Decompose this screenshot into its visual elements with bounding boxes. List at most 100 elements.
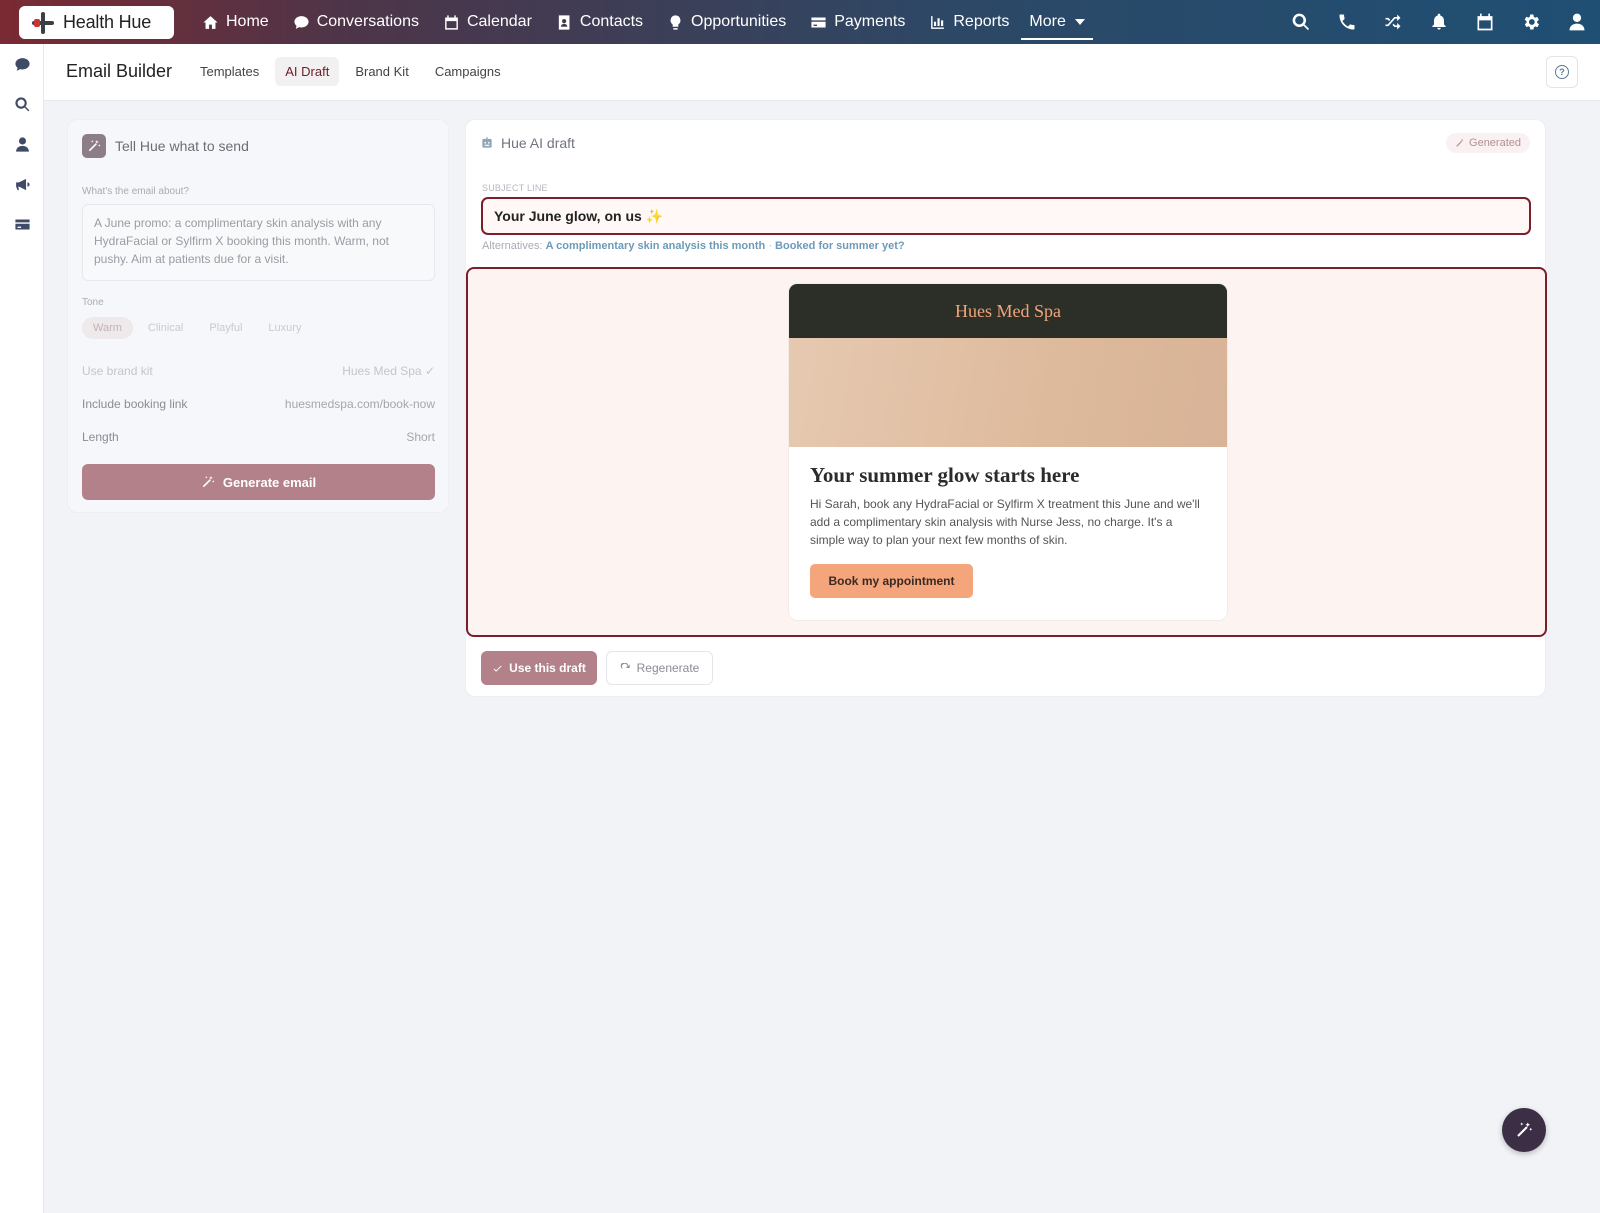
left-rail <box>0 44 44 1213</box>
settings-button[interactable] <box>1508 0 1554 44</box>
user-icon <box>15 136 29 152</box>
tab-brand-kit[interactable]: Brand Kit <box>345 57 418 86</box>
length-label: Length <box>82 430 119 444</box>
nav-conversations[interactable]: Conversations <box>281 0 431 44</box>
length-value: Short <box>406 430 435 444</box>
help-button[interactable]: ? <box>1546 56 1578 88</box>
alternative-subject-1[interactable]: A complimentary skin analysis this month <box>546 240 766 252</box>
user-icon <box>1569 13 1585 31</box>
nav-label: Home <box>226 13 269 30</box>
nav-label: Opportunities <box>691 13 787 30</box>
subject-line-input[interactable]: Your June glow, on us ✨ <box>481 197 1531 235</box>
prompt-panel-title: Tell Hue what to send <box>115 138 249 154</box>
tone-option-clinical[interactable]: Clinical <box>137 317 194 339</box>
email-preview[interactable]: Hues Med Spa Your summer glow starts her… <box>789 284 1227 620</box>
use-draft-button[interactable]: Use this draft <box>481 651 597 685</box>
tab-campaigns[interactable]: Campaigns <box>425 57 511 86</box>
booking-link-row[interactable]: Include booking link huesmedspa.com/book… <box>82 397 435 411</box>
top-actions <box>1278 0 1600 44</box>
main-nav: Home Conversations Calendar Contacts Opp… <box>190 0 1094 44</box>
builder-tabs: Templates AI Draft Brand Kit Campaigns <box>190 57 511 86</box>
phone-icon <box>1339 14 1355 30</box>
book-appointment-button[interactable]: Book my appointment <box>810 564 973 598</box>
rail-conversations[interactable] <box>0 44 44 84</box>
page-header: Email Builder Templates AI Draft Brand K… <box>44 44 1600 101</box>
email-body: Hi Sarah, book any HydraFacial or Sylfir… <box>810 497 1200 547</box>
nav-label: More <box>1029 13 1066 30</box>
booking-link-label: Include booking link <box>82 397 188 411</box>
tab-ai-draft[interactable]: AI Draft <box>275 57 340 86</box>
email-headline: Your summer glow starts here <box>810 463 1080 487</box>
phone-button[interactable] <box>1324 0 1370 44</box>
tone-option-luxury[interactable]: Luxury <box>257 317 312 339</box>
nav-reports[interactable]: Reports <box>917 0 1021 44</box>
nav-label: Payments <box>834 13 906 30</box>
nav-opportunities[interactable]: Opportunities <box>655 0 798 44</box>
subject-alternatives: Alternatives: A complimentary skin analy… <box>482 240 905 252</box>
robot-icon <box>482 137 492 148</box>
alternatives-separator: · <box>768 240 772 252</box>
nav-label: Calendar <box>466 13 532 30</box>
chat-icon <box>294 15 309 29</box>
about-label: What's the email about? <box>82 186 189 197</box>
regenerate-button[interactable]: Regenerate <box>606 651 713 685</box>
rail-search[interactable] <box>0 84 44 124</box>
credit-card-icon <box>14 219 30 229</box>
top-nav-bar: Health Hue Home Conversations Calendar C… <box>0 0 1600 44</box>
logo-mark-icon <box>31 11 55 35</box>
about-textarea[interactable]: A June promo: a complimentary skin analy… <box>82 204 435 281</box>
brand-kit-row[interactable]: Use brand kit Hues Med Spa ✓ <box>82 364 435 378</box>
search-icon <box>14 96 29 111</box>
search-icon <box>1292 13 1310 31</box>
brand-kit-value: Hues Med Spa ✓ <box>342 364 435 378</box>
bell-icon <box>1432 13 1446 30</box>
draft-panel: Hue AI draft Generated SUBJECT LINE Your… <box>465 119 1547 697</box>
email-preview-frame: Hues Med Spa Your summer glow starts her… <box>466 267 1547 637</box>
chat-icon <box>14 57 30 71</box>
nav-label: Reports <box>953 13 1010 30</box>
prompt-panel: Tell Hue what to send What's the email a… <box>67 119 449 513</box>
magic-wand-icon <box>202 476 215 488</box>
email-brand-header: Hues Med Spa <box>789 284 1227 338</box>
generate-email-label: Generate email <box>222 474 317 490</box>
profile-button[interactable] <box>1554 0 1600 44</box>
nav-more[interactable]: More <box>1021 0 1094 44</box>
rail-contacts[interactable] <box>0 124 44 164</box>
brand-kit-label: Use brand kit <box>82 364 153 378</box>
search-button[interactable] <box>1278 0 1324 44</box>
home-icon <box>203 15 218 29</box>
credit-card-icon <box>811 17 826 27</box>
length-row[interactable]: Length Short <box>82 430 435 444</box>
shuffle-button[interactable] <box>1370 0 1416 44</box>
notifications-button[interactable] <box>1416 0 1462 44</box>
lightbulb-icon <box>670 14 681 30</box>
rail-payments[interactable] <box>0 204 44 244</box>
nav-home[interactable]: Home <box>190 0 281 44</box>
generate-email-button[interactable]: Generate email <box>82 464 435 500</box>
tone-selector: Warm Clinical Playful Luxury <box>82 317 312 339</box>
alternative-subject-2[interactable]: Booked for summer yet? <box>775 240 905 252</box>
tone-option-warm[interactable]: Warm <box>82 317 133 339</box>
nav-calendar[interactable]: Calendar <box>431 0 544 44</box>
bar-chart-icon <box>931 15 945 29</box>
ai-assistant-button[interactable] <box>1502 1108 1546 1152</box>
calendar-button[interactable] <box>1462 0 1508 44</box>
page-title: Email Builder <box>66 61 173 81</box>
nav-payments[interactable]: Payments <box>798 0 917 44</box>
brand-name: Health Hue <box>63 12 152 32</box>
check-icon <box>493 665 502 672</box>
tone-option-playful[interactable]: Playful <box>198 317 253 339</box>
shuffle-icon <box>1385 14 1401 30</box>
booking-link-value: huesmedspa.com/book-now <box>284 397 435 411</box>
tone-label: Tone <box>82 297 104 308</box>
contacts-icon <box>558 14 570 30</box>
use-draft-label: Use this draft <box>509 661 586 675</box>
rail-marketing[interactable] <box>0 164 44 204</box>
help-icon: ? <box>1555 65 1569 79</box>
magic-wand-icon <box>1456 138 1464 147</box>
tab-templates[interactable]: Templates <box>190 57 269 86</box>
subject-line-label: SUBJECT LINE <box>482 183 548 193</box>
nav-contacts[interactable]: Contacts <box>544 0 655 44</box>
calendar-icon <box>1477 13 1493 31</box>
brand-logo[interactable]: Health Hue <box>19 6 174 39</box>
